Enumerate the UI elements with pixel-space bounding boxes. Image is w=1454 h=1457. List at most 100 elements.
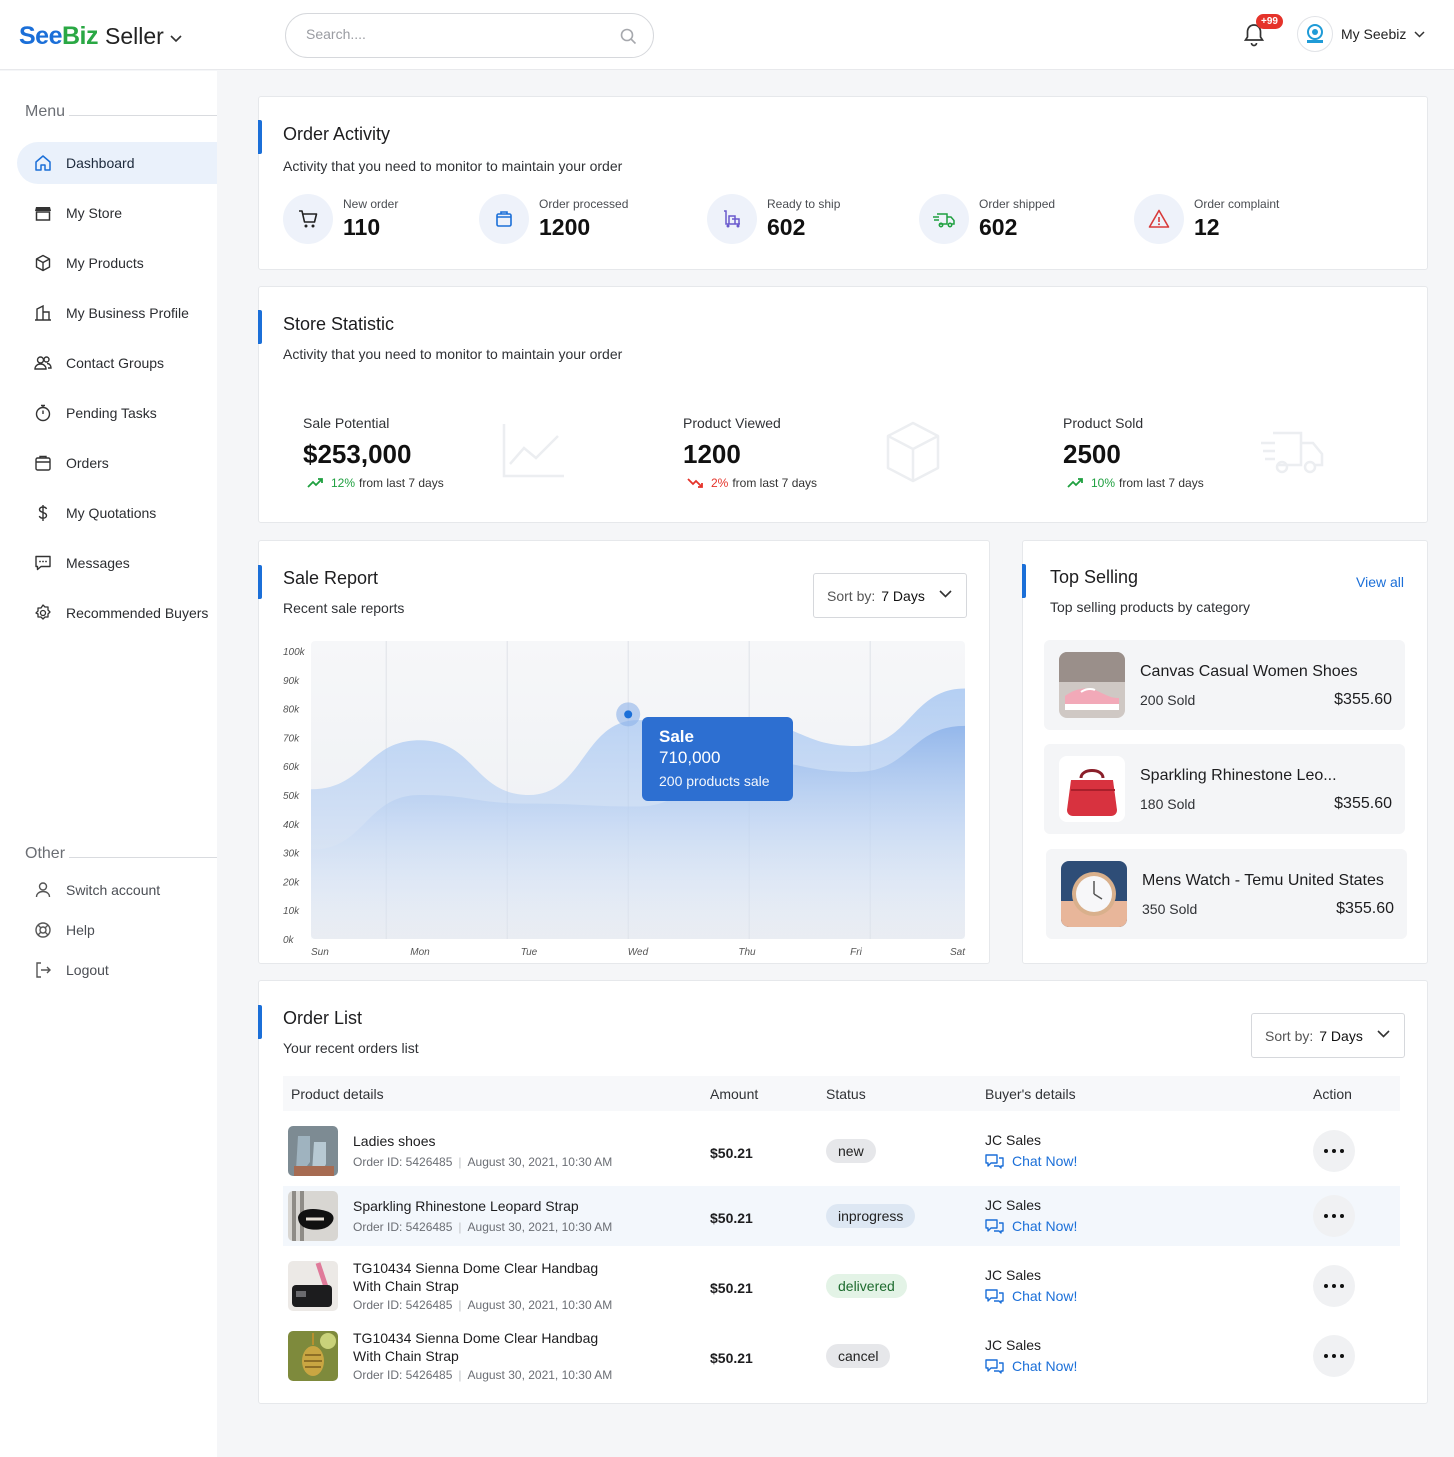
view-all-link[interactable]: View all	[1356, 574, 1404, 590]
more-actions-button[interactable]	[1313, 1195, 1355, 1237]
stat-order-processed: Order processed 1200	[479, 194, 628, 244]
card-title: Sale Report	[283, 568, 379, 588]
x-tick-label: Fri	[850, 947, 862, 958]
product-sold: 350 Sold	[1142, 901, 1198, 917]
trend-down-icon	[687, 477, 705, 489]
logo-seller-text: Seller	[104, 22, 164, 49]
separator: |	[458, 1155, 462, 1169]
x-tick-label: Sun	[311, 947, 329, 958]
dollar-icon	[34, 504, 52, 522]
search-input[interactable]	[306, 26, 606, 42]
stat-product-viewed: Product Viewed 1200 2% from last 7 days	[683, 415, 817, 490]
sidebar-item-my-store[interactable]: My Store	[17, 192, 217, 234]
search-box	[285, 13, 654, 58]
column-header: Amount	[710, 1086, 759, 1102]
users-icon	[34, 354, 52, 372]
seebiz-logo[interactable]: See Biz Seller	[19, 18, 182, 54]
cube-icon	[34, 254, 52, 272]
order-amount: $50.21	[710, 1280, 753, 1296]
stat-sale-potential: Sale Potential $253,000 12% from last 7 …	[303, 415, 444, 490]
y-tick-label: 90k	[283, 676, 300, 687]
product-thumbnail	[1061, 861, 1127, 927]
top-selling-item[interactable]: Sparkling Rhinestone Leo... 180 Sold $35…	[1044, 744, 1405, 834]
sidebar-item-business-profile[interactable]: My Business Profile	[17, 292, 217, 334]
sidebar-item-label: Messages	[66, 555, 130, 571]
sidebar-item-my-products[interactable]: My Products	[17, 242, 217, 284]
product-thumbnail	[1059, 652, 1125, 718]
sidebar-item-pending-tasks[interactable]: Pending Tasks	[17, 392, 217, 434]
card-title: Order Activity	[283, 124, 391, 144]
order-date: August 30, 2021, 10:30 AM	[467, 1220, 613, 1234]
sidebar-item-my-quotations[interactable]: My Quotations	[17, 492, 217, 534]
switch-account-item[interactable]: Switch account	[17, 872, 217, 908]
more-icon	[1324, 1214, 1344, 1218]
chat-now-link[interactable]: Chat Now!	[985, 1358, 1077, 1374]
card-title: Top Selling	[1050, 567, 1139, 587]
sidebar-item-messages[interactable]: Messages	[17, 542, 217, 584]
account-menu[interactable]: My Seebiz	[1297, 16, 1425, 52]
chevron-down-icon[interactable]	[170, 35, 182, 43]
card-title: Store Statistic	[283, 314, 395, 334]
other-item-label: Logout	[66, 962, 109, 978]
home-icon	[34, 154, 52, 172]
sort-dropdown[interactable]: Sort by: 7 Days	[813, 573, 967, 618]
sale-report-card: Sale Report Recent sale reports Sort by:…	[258, 540, 990, 964]
logout-icon	[34, 961, 52, 979]
chart-tooltip: Sale 710,000 200 products sale	[642, 717, 793, 801]
status-badge: inprogress	[826, 1204, 916, 1228]
menu-heading: Menu	[25, 103, 217, 121]
logo-biz-text: Biz	[61, 21, 99, 50]
chat-icon	[985, 1359, 1004, 1374]
trend: 12% from last 7 days	[303, 476, 444, 490]
bag-icon	[34, 454, 52, 472]
search-icon[interactable]	[620, 28, 637, 45]
chat-now-link[interactable]: Chat Now!	[985, 1288, 1077, 1304]
more-actions-button[interactable]	[1313, 1265, 1355, 1307]
product-thumbnail	[288, 1191, 338, 1241]
other-heading: Other	[25, 845, 217, 863]
warning-icon	[1134, 194, 1184, 244]
tooltip-title: Sale	[659, 727, 694, 746]
more-actions-button[interactable]	[1313, 1335, 1355, 1377]
tooltip-value: 710,000	[659, 748, 721, 767]
sidebar-item-recommended-buyers[interactable]: Recommended Buyers	[17, 592, 217, 634]
chat-now-link[interactable]: Chat Now!	[985, 1153, 1077, 1169]
help-item[interactable]: Help	[17, 912, 217, 948]
trend: 10% from last 7 days	[1063, 476, 1204, 490]
x-tick-label: Thu	[738, 947, 756, 958]
stat-label: Product Viewed	[683, 415, 781, 431]
sidebar-item-dashboard[interactable]: Dashboard	[17, 142, 217, 184]
order-date: August 30, 2021, 10:30 AM	[467, 1368, 613, 1382]
product-thumbnail	[288, 1126, 338, 1176]
product-name: Sparkling Rhinestone Leopard Strap	[353, 1198, 579, 1214]
chat-label: Chat Now!	[1012, 1358, 1078, 1374]
sidebar-item-contact-groups[interactable]: Contact Groups	[17, 342, 217, 384]
sidebar-item-orders[interactable]: Orders	[17, 442, 217, 484]
top-selling-item[interactable]: Mens Watch - Temu United States 350 Sold…	[1046, 849, 1407, 939]
order-list-card: Order List Your recent orders list Sort …	[258, 980, 1428, 1404]
sort-value: 7 Days	[1319, 1027, 1363, 1044]
order-date: August 30, 2021, 10:30 AM	[467, 1298, 613, 1312]
line-chart-icon	[502, 422, 566, 478]
x-tick-label: Mon	[410, 947, 430, 958]
product-name: TG10434 Sienna Dome Clear Handbag With C…	[353, 1330, 599, 1364]
y-tick-label: 100k	[283, 647, 306, 658]
buyer-name: JC Sales	[985, 1197, 1042, 1213]
logout-item[interactable]: Logout	[17, 952, 217, 988]
trend-note: from last 7 days	[732, 476, 818, 490]
chat-icon	[985, 1154, 1004, 1169]
more-actions-button[interactable]	[1313, 1130, 1355, 1172]
order-id: Order ID: 5426485	[353, 1368, 453, 1382]
chat-now-link[interactable]: Chat Now!	[985, 1218, 1077, 1234]
y-tick-label: 50k	[283, 791, 300, 802]
trend-percent: 10%	[1091, 476, 1116, 490]
trend-up-icon	[307, 477, 325, 489]
more-icon	[1324, 1149, 1344, 1153]
account-name: My Seebiz	[1341, 26, 1407, 42]
top-selling-item[interactable]: Canvas Casual Women Shoes 200 Sold $355.…	[1044, 640, 1405, 730]
stat-value: 1200	[539, 214, 591, 240]
product-price: $355.60	[1336, 900, 1394, 917]
card-title: Order List	[283, 1008, 363, 1028]
order-meta: Order ID: 5426485 | August 30, 2021, 10:30…	[353, 1220, 612, 1234]
sort-dropdown[interactable]: Sort by: 7 Days	[1251, 1013, 1405, 1058]
